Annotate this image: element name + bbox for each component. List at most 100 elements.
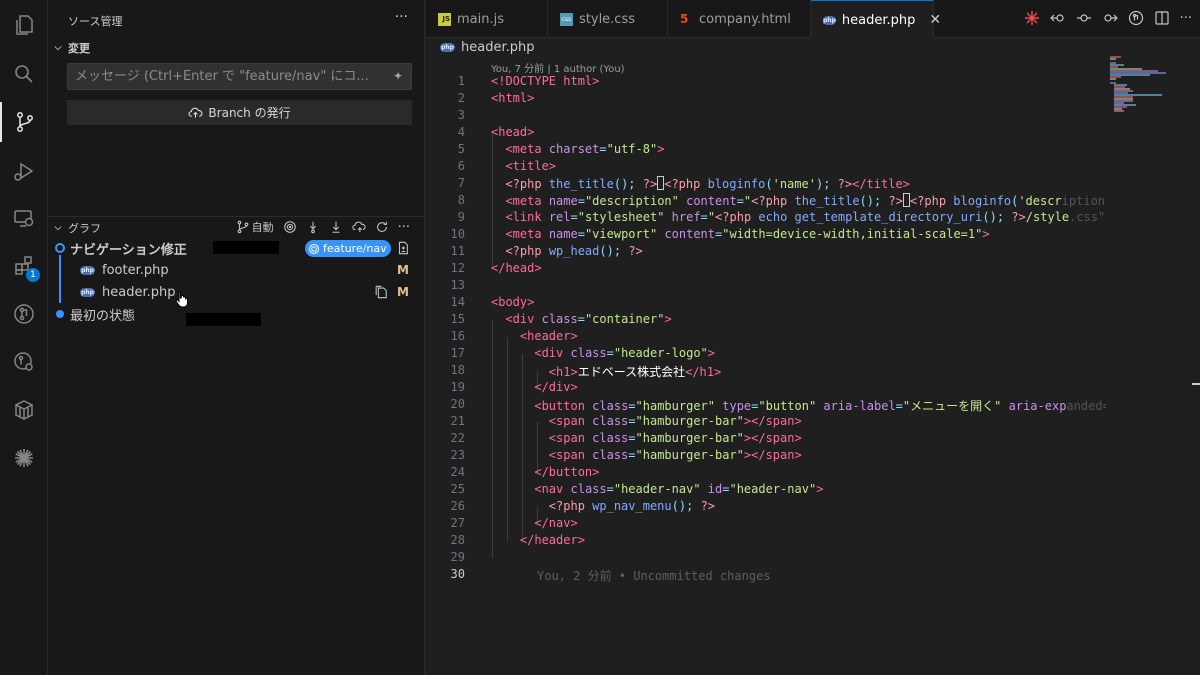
search-icon	[15, 65, 33, 83]
git-branch-icon	[237, 220, 248, 234]
explorer-button[interactable]	[0, 5, 48, 45]
minimap-line	[1114, 110, 1124, 112]
tab-header-php[interactable]: php header.php ✕	[811, 0, 941, 39]
code-line: <span class="hamburger-bar"></span>	[548, 431, 802, 445]
fetch-icon[interactable]	[306, 220, 320, 234]
line-number: 10	[450, 227, 465, 241]
line-number: 18	[450, 363, 465, 377]
target-icon[interactable]	[283, 220, 297, 234]
commit-message: ナビゲーション修正	[70, 242, 187, 258]
line-number: 14	[450, 295, 465, 309]
copilot-button[interactable]	[0, 438, 48, 478]
code-line: </head>	[491, 261, 542, 275]
push-icon[interactable]	[351, 220, 366, 234]
line-number: 9	[457, 210, 465, 224]
line-number: 29	[450, 550, 465, 564]
pull-icon[interactable]	[329, 220, 343, 234]
line-number: 8	[457, 193, 465, 207]
code-line: <div class="container">	[505, 312, 672, 326]
editor-tabs: JS main.js css style.css 5 company.html …	[426, 0, 1200, 39]
tab-label: style.css	[579, 11, 635, 27]
remote-explorer-button[interactable]	[0, 198, 48, 238]
modified-badge: M	[397, 263, 409, 277]
gitlens-icon	[14, 304, 34, 324]
line-number: 3	[457, 108, 465, 122]
graph-toolbar: 自動 ···	[236, 219, 410, 235]
go-back-icon[interactable]	[1049, 10, 1066, 26]
tab-label: main.js	[457, 11, 504, 27]
code-line: </nav>	[534, 516, 578, 530]
commit-message-placeholder: メッセージ (Ctrl+Enter で "feature/nav" にコ...	[75, 69, 369, 84]
tab-main-js[interactable]: JS main.js	[426, 0, 548, 38]
copilot-icon[interactable]	[1024, 10, 1040, 26]
line-number: 20	[450, 397, 465, 411]
changes-section-header[interactable]: ⌵ 変更	[48, 37, 425, 59]
source-control-icon	[17, 112, 33, 132]
cloud-upload-icon	[188, 107, 203, 118]
target-icon	[308, 243, 320, 254]
split-editor-icon[interactable]	[1154, 10, 1170, 26]
publish-branch-label: Branch の発行	[208, 106, 291, 120]
graph-more-icon[interactable]: ···	[398, 220, 410, 235]
branch-badge: feature/nav	[305, 240, 391, 257]
changed-file-row[interactable]: php footer.php M	[48, 259, 425, 281]
close-icon[interactable]: ✕	[929, 12, 941, 28]
php-file-icon: php	[80, 265, 95, 275]
chevron-down-icon: ⌵	[54, 223, 62, 233]
line-number: 1	[457, 74, 465, 88]
commit-message-input[interactable]: メッセージ (Ctrl+Enter で "feature/nav" にコ... …	[67, 63, 412, 90]
redacted-author	[186, 313, 261, 326]
tab-style-css[interactable]: css style.css	[548, 0, 668, 38]
tab-company-html[interactable]: 5 company.html	[668, 0, 811, 38]
sparkle-icon[interactable]: ✦	[393, 64, 403, 89]
open-changes-icon[interactable]	[396, 241, 410, 255]
line-number: 21	[450, 414, 465, 428]
source-control-button[interactable]	[0, 102, 48, 142]
file-name: header.php	[102, 284, 176, 300]
run-debug-button[interactable]	[0, 152, 48, 192]
line-number: 11	[450, 244, 465, 258]
commit-message: 最初の状態	[70, 308, 136, 324]
tab-label: company.html	[699, 11, 791, 27]
open-file-icon[interactable]	[374, 285, 388, 299]
breadcrumb[interactable]: php header.php	[440, 40, 534, 55]
gitlens-inspect-button[interactable]	[0, 342, 48, 382]
refresh-icon[interactable]	[375, 220, 389, 234]
gitlens-button[interactable]	[0, 294, 48, 334]
line-number: 30	[450, 567, 465, 581]
search-button[interactable]	[0, 54, 48, 94]
publish-branch-button[interactable]: Branch の発行	[67, 100, 412, 125]
code-line: <nav class="header-nav" id="header-nav">	[534, 482, 824, 496]
minimap[interactable]	[1106, 56, 1200, 116]
hand-pointer-cursor	[175, 290, 188, 308]
file-name: footer.php	[102, 262, 169, 278]
code-line: <html>	[491, 91, 535, 105]
line-number: 24	[450, 465, 465, 479]
code-editor[interactable]: 1 2 3 4 5 6 7 8 9 10 11 12 13 14 15 16 17 18 19 20 21 22 23 24 2…	[426, 73, 1106, 583]
commit-node	[55, 243, 65, 253]
code-line: <meta name="description" content="<?php …	[505, 193, 1106, 208]
extensions-button[interactable]: 1	[0, 246, 48, 286]
gitlens-inspect-icon	[14, 352, 33, 371]
code-line: <div class="header-logo">	[534, 346, 716, 360]
changed-file-row[interactable]: php header.php M	[48, 281, 425, 303]
commit-node-icon[interactable]	[1076, 10, 1092, 26]
editor-more-icon[interactable]: ···	[1180, 11, 1192, 26]
line-number: 2	[457, 91, 465, 105]
gitlens-icon[interactable]	[1128, 10, 1144, 26]
sidebar-title: ソース管理	[68, 15, 123, 28]
more-actions-icon[interactable]: ···	[395, 9, 408, 25]
containers-icon	[15, 400, 33, 420]
auto-branch-filter[interactable]: 自動	[236, 219, 274, 235]
run-debug-icon	[14, 162, 34, 181]
auto-label: 自動	[251, 221, 274, 234]
aria-label-text: メニューを開く	[910, 399, 995, 413]
containers-button[interactable]	[0, 390, 48, 430]
code-line: <meta charset="utf-8">	[505, 142, 665, 156]
line-number: 28	[450, 533, 465, 547]
html-file-icon: 5	[680, 11, 689, 26]
scrollbar-cursor-marker	[1192, 383, 1200, 385]
line-number: 26	[450, 499, 465, 513]
code-line: <title>	[505, 159, 557, 173]
go-forward-icon[interactable]	[1102, 10, 1118, 26]
